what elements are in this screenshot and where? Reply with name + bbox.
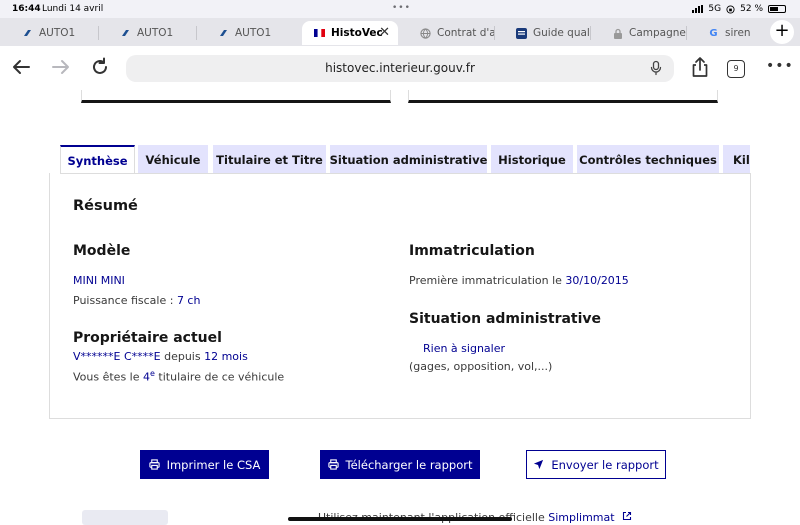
tab-historique[interactable]: Historique	[491, 145, 573, 174]
signal-icon	[692, 5, 704, 13]
model-heading: Modèle	[73, 243, 131, 259]
status-date: Lundi 14 avril	[42, 4, 104, 14]
battery-icon	[768, 5, 786, 13]
holder-suffix: titulaire de ce véhicule	[154, 370, 285, 384]
report-tabs: Synthèse Véhicule Titulaire et Titre Sit…	[60, 145, 750, 174]
forward-arrow-icon[interactable]	[50, 56, 72, 78]
browser-tab-contrat[interactable]: Contrat d'ac	[398, 21, 494, 45]
new-tab-button[interactable]: +	[770, 20, 794, 44]
tab-kilometrage[interactable]: Kilo	[723, 145, 750, 174]
tab-titulaire[interactable]: Titulaire et Titre	[213, 145, 326, 174]
tab-separator	[98, 26, 99, 40]
tab-situation-administrative[interactable]: Situation administrative	[330, 145, 487, 174]
first-registration: Première immatriculation le 30/10/2015	[409, 274, 629, 287]
home-indicator[interactable]	[288, 517, 512, 521]
browser-tab-label: Contrat d'ac	[437, 27, 494, 39]
car-illustration	[82, 510, 168, 525]
browser-tab-label: siren	[725, 27, 751, 39]
download-report-button[interactable]: Télécharger le rapport	[320, 450, 480, 479]
network-label: 5G	[708, 4, 722, 14]
admin-heading: Situation administrative	[409, 311, 602, 327]
owner-since-label: depuis	[160, 350, 205, 363]
browser-tab-label: Guide qualit	[533, 27, 590, 39]
auto1-icon	[120, 28, 131, 39]
close-tab-icon[interactable]: ✕	[379, 25, 390, 40]
browser-tab-label: AUTO1	[39, 27, 76, 39]
browser-tab-label: HistoVec	[331, 27, 383, 39]
french-flag-icon	[314, 28, 325, 39]
print-csa-button[interactable]: Imprimer le CSA	[140, 450, 269, 479]
browser-tab-auto1-3[interactable]: AUTO1	[196, 21, 300, 45]
share-icon[interactable]	[689, 56, 711, 78]
back-arrow-icon[interactable]	[10, 56, 32, 78]
summary-panel: Résumé Modèle MINI MINI Puissance fiscal…	[49, 173, 751, 419]
multitask-dots-icon[interactable]: •••	[392, 3, 411, 13]
browser-tab-guide[interactable]: Guide qualit	[494, 21, 590, 45]
printer-icon	[327, 459, 339, 470]
auto1-icon	[218, 28, 229, 39]
more-options-icon[interactable]: •••	[766, 58, 794, 74]
owner-line: V******E C****E depuis 12 mois	[73, 350, 248, 363]
browser-tab-label: AUTO1	[137, 27, 174, 39]
admin-status: Rien à signaler	[423, 342, 506, 355]
browser-tab-label: AUTO1	[235, 27, 272, 39]
url-text: histovec.interieur.gouv.fr	[325, 61, 475, 75]
browser-tab-auto1-1[interactable]: AUTO1	[0, 21, 98, 45]
admin-details: (gages, opposition, vol,...)	[409, 360, 553, 373]
summary-title: Résumé	[73, 198, 138, 214]
microphone-icon[interactable]	[648, 60, 664, 76]
holder-line: Vous êtes le 4e titulaire de ce véhicule	[73, 369, 284, 384]
fiscal-power-label: Puissance fiscale :	[73, 294, 177, 307]
external-link-icon[interactable]	[622, 511, 632, 521]
browser-tab-campagne[interactable]: Campagne d	[590, 21, 686, 45]
web-page: Synthèse Véhicule Titulaire et Titre Sit…	[0, 90, 800, 525]
print-csa-label: Imprimer le CSA	[166, 457, 261, 472]
tab-synthese[interactable]: Synthèse	[60, 145, 135, 174]
tab-separator	[590, 26, 591, 40]
tab-vehicule[interactable]: Véhicule	[138, 145, 208, 174]
simplimmat-link[interactable]: Simplimmat	[548, 511, 614, 524]
globe-icon	[420, 27, 431, 39]
status-time: 16:44	[12, 4, 41, 14]
download-report-label: Télécharger le rapport	[345, 457, 473, 472]
address-bar: histovec.interieur.gouv.fr 9 •••	[0, 46, 800, 90]
fiscal-power-value: 7 ch	[176, 294, 201, 307]
tab-controles-techniques[interactable]: Contrôles techniques	[577, 145, 719, 174]
url-field[interactable]: histovec.interieur.gouv.fr	[126, 55, 674, 82]
card-top-right	[408, 90, 718, 103]
tab-separator	[494, 26, 495, 40]
registration-heading: Immatriculation	[409, 243, 535, 259]
owner-name: V******E C****E	[73, 350, 161, 363]
fiscal-power: Puissance fiscale : 7 ch	[73, 294, 200, 307]
tab-separator	[196, 26, 197, 40]
grid-icon	[516, 27, 527, 39]
google-icon: G	[709, 27, 718, 39]
browser-tab-bar: AUTO1 AUTO1 AUTO1 HistoVec ✕ Contrat d'a…	[0, 18, 800, 46]
send-report-label: Envoyer le rapport	[551, 457, 659, 472]
holder-prefix: Vous êtes le	[73, 370, 143, 384]
owner-heading: Propriétaire actuel	[73, 330, 222, 346]
orientation-lock-icon	[726, 4, 735, 14]
owner-since-value: 12 mois	[204, 350, 248, 363]
status-indicators: 5G 52 %	[692, 4, 786, 14]
first-registration-date: 30/10/2015	[565, 274, 629, 287]
browser-tab-label: Campagne d	[629, 27, 686, 39]
battery-label: 52 %	[740, 4, 763, 14]
status-bar: 16:44 Lundi 14 avril ••• 5G 52 %	[0, 0, 800, 18]
auto1-icon	[22, 28, 33, 39]
tab-count-button[interactable]: 9	[727, 60, 745, 78]
send-arrow-icon	[534, 459, 544, 470]
model-name: MINI MINI	[73, 274, 125, 287]
tab-separator	[686, 26, 687, 40]
send-report-button[interactable]: Envoyer le rapport	[526, 450, 666, 479]
browser-tab-histovec[interactable]: HistoVec ✕	[302, 21, 398, 45]
reload-icon[interactable]	[89, 56, 111, 78]
holder-number: 4	[143, 370, 150, 384]
printer-icon	[148, 459, 160, 470]
first-registration-label: Première immatriculation le	[409, 274, 566, 287]
browser-tab-siren[interactable]: G siren	[686, 21, 764, 45]
card-top-left	[81, 90, 391, 103]
lock-icon	[612, 28, 623, 39]
browser-tab-auto1-2[interactable]: AUTO1	[98, 21, 196, 45]
